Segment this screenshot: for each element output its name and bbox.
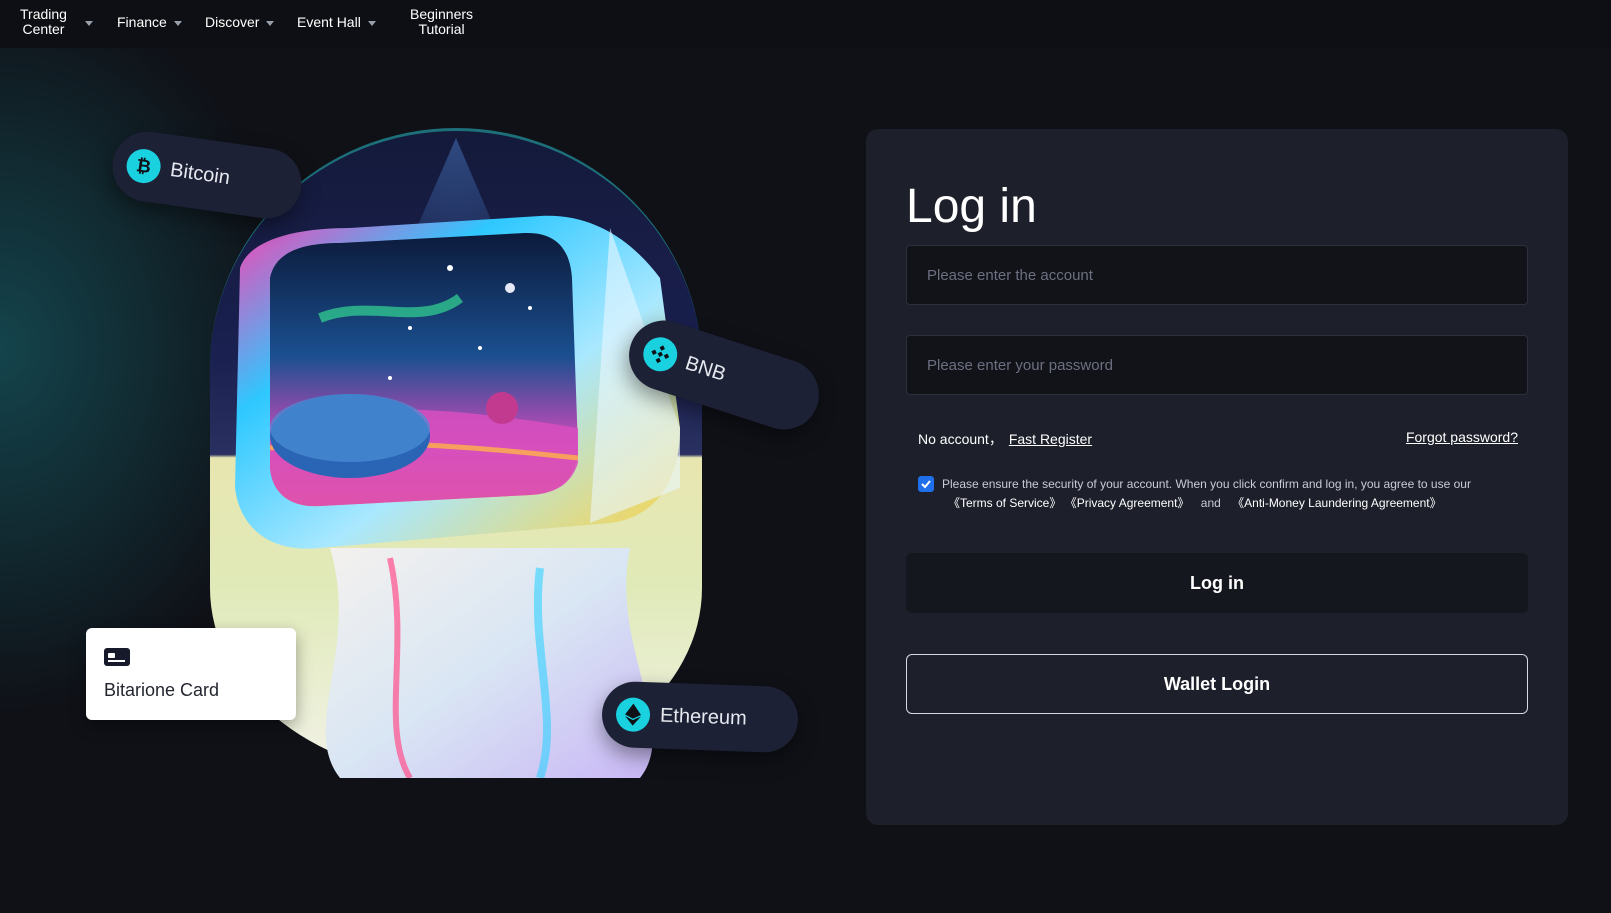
nav-event-hall-label: Event Hall [297,14,361,30]
nav-trading-center-label: Trading Center [20,7,67,37]
login-button[interactable]: Log in [906,553,1528,613]
ethereum-pill: Ethereum [600,680,800,754]
bnb-glyph [651,345,670,364]
agreement-checkbox[interactable] [918,476,934,492]
forgot-password-link[interactable]: Forgot password? [1406,429,1518,445]
bitarione-card-badge: Bitarione Card [86,628,296,720]
bitcoin-label: Bitcoin [168,158,232,189]
nav-finance[interactable]: Finance [117,0,182,44]
agreement-text: Please ensure the security of your accou… [942,477,1471,491]
check-icon [921,480,931,489]
no-account-text: No account， Fast Register [918,429,1092,449]
top-navigation: Trading Center Finance Discover Event Ha… [0,0,1611,48]
chevron-down-icon [266,20,275,26]
nav-beginners-line1: Beginners [410,6,474,22]
nav-beginners-tutorial-label: Beginners Tutorial [410,7,473,37]
nav-beginners-tutorial[interactable]: Beginners Tutorial [410,0,473,44]
no-account-label: No account， [918,431,1003,447]
fast-register-link[interactable]: Fast Register [1009,431,1092,447]
terms-of-service-link[interactable]: 《Terms of Service》 [948,496,1061,510]
nav-discover-label: Discover [205,14,260,30]
bnb-label: BNB [682,351,729,386]
agreement-section: Please ensure the security of your accou… [918,475,1518,513]
credit-card-icon [104,648,130,666]
and-text: and [1200,496,1221,510]
page-title: Log in [906,180,1037,233]
aml-agreement-link[interactable]: 《Anti-Money Laundering Agreement》 [1232,496,1441,510]
chevron-down-icon [173,20,182,26]
nav-event-hall[interactable]: Event Hall [297,0,376,44]
bnb-icon [638,332,682,376]
account-links-row: No account， Fast Register Forgot password… [918,429,1518,453]
privacy-agreement-link[interactable]: 《Privacy Agreement》 [1065,496,1190,510]
nav-beginners-line2: Tutorial [418,21,465,37]
password-input[interactable] [906,335,1528,395]
agreement-links: 《Terms of Service》 《Privacy Agreement》 a… [918,494,1518,513]
nav-finance-label: Finance [117,14,167,30]
nav-trading-center-line1: Trading [20,6,67,22]
bitcoin-icon: ₿ [124,146,163,186]
nav-trading-center[interactable]: Trading Center [20,0,93,44]
account-input[interactable] [906,245,1528,305]
card-label: Bitarione Card [104,680,220,700]
chevron-down-icon [367,20,376,26]
ethereum-glyph [624,703,642,726]
nav-trading-center-line2: Center [22,21,65,37]
nav-discover[interactable]: Discover [205,0,275,44]
ethereum-icon [615,697,651,733]
chevron-down-icon [84,20,93,26]
ethereum-label: Ethereum [659,704,748,730]
wallet-login-button[interactable]: Wallet Login [906,654,1528,714]
login-panel: Log in No account， Fast Register Forgot p… [866,129,1568,825]
